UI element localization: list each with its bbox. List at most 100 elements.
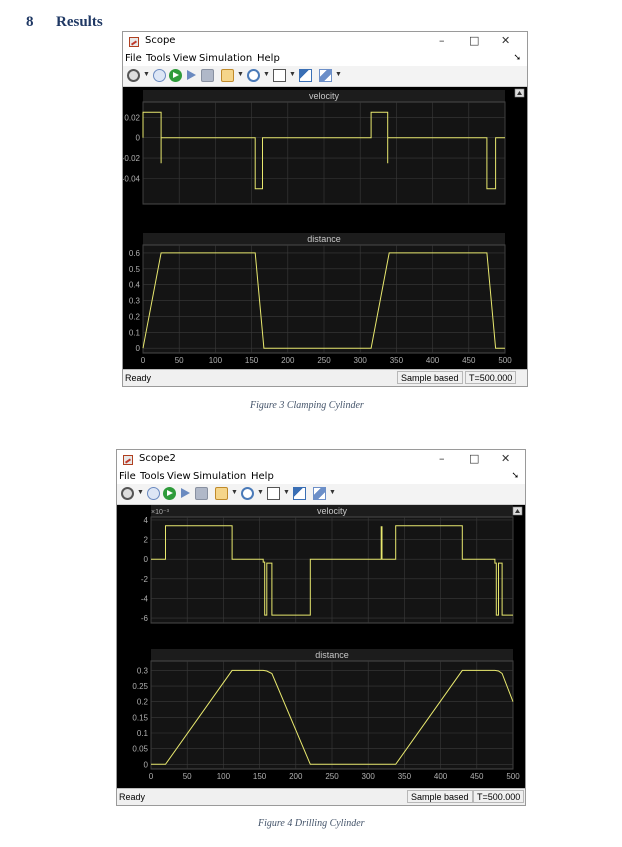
- menu-view[interactable]: View: [173, 53, 197, 64]
- scope-plots: velocity 0.02 0 -0.02 -0.04 distance 0 50 100 150…: [122, 88, 525, 365]
- run-icon[interactable]: [169, 69, 182, 82]
- axes-title: distance: [307, 234, 341, 244]
- axes-velocity: velocity 4 2 0 -2 -4 -6 ×10⁻³: [141, 505, 514, 624]
- plot-area: velocity 0.02 0 -0.02 -0.04 distance 0 50 100 150…: [122, 87, 527, 370]
- fit-dropdown-icon[interactable]: ▼: [283, 489, 290, 496]
- scope-window: Scope – □ ✕ File Tools View Simulation H…: [122, 31, 528, 387]
- gear-icon[interactable]: [121, 487, 134, 500]
- expand-icon[interactable]: [512, 506, 523, 516]
- window-title: Scope2: [139, 453, 176, 464]
- y-tick-label: 4: [144, 516, 149, 525]
- cursor-icon[interactable]: [299, 69, 312, 82]
- minimize-button[interactable]: –: [439, 34, 445, 47]
- x-tick-label: 300: [362, 772, 376, 781]
- gear-dropdown-icon[interactable]: ▼: [137, 489, 144, 496]
- status-ready: Ready: [125, 373, 152, 383]
- menu-bar: File Tools View Simulation Help ➘: [123, 52, 527, 66]
- fit-dropdown-icon[interactable]: ▼: [289, 71, 296, 78]
- x-tick-label: 400: [426, 356, 440, 365]
- close-button[interactable]: ✕: [501, 452, 510, 465]
- maximize-button[interactable]: □: [469, 452, 479, 465]
- highlight-dropdown-icon[interactable]: ▼: [335, 71, 342, 78]
- axes-distance: distance 0 50 100 150 200 250 300 350 400 450 500 0 0…: [132, 649, 520, 781]
- configure-icon[interactable]: [215, 487, 228, 500]
- y-tick-label: 0.5: [129, 265, 141, 274]
- stop-icon[interactable]: [195, 487, 208, 500]
- x-tick-label: 300: [354, 356, 368, 365]
- configure-icon[interactable]: [221, 69, 234, 82]
- y-tick-label: -6: [141, 614, 149, 623]
- status-mode: Sample based: [407, 790, 473, 803]
- status-time: T=500.000: [473, 790, 525, 803]
- y-tick-label: -2: [141, 575, 149, 584]
- y-tick-label: 0.05: [132, 745, 148, 754]
- y-tick-label: 0.15: [132, 713, 148, 722]
- highlight-dropdown-icon[interactable]: ▼: [329, 489, 336, 496]
- status-bar: Ready Sample based T=500.000: [123, 369, 527, 386]
- axes-distance: distance 0 50 100 150 200 250 300 350 400 450 500 0 0…: [129, 233, 512, 365]
- menu-help[interactable]: Help: [257, 53, 280, 64]
- gear-icon[interactable]: [127, 69, 140, 82]
- x-tick-label: 250: [325, 772, 339, 781]
- x-tick-label: 350: [398, 772, 412, 781]
- zoom-dropdown-icon[interactable]: ▼: [263, 71, 270, 78]
- menu-view[interactable]: View: [167, 471, 191, 482]
- y-tick-label: -0.02: [123, 154, 141, 163]
- step-forward-icon[interactable]: [179, 487, 192, 500]
- x-tick-label: 0: [141, 356, 146, 365]
- maximize-button[interactable]: □: [469, 34, 479, 47]
- title-bar[interactable]: Scope2 – □ ✕: [117, 450, 525, 470]
- status-mode: Sample based: [397, 371, 463, 384]
- menu-tools[interactable]: Tools: [140, 471, 165, 482]
- y-tick-label: -4: [141, 594, 149, 603]
- cursor-icon[interactable]: [293, 487, 306, 500]
- status-bar: Ready Sample based T=500.000: [117, 788, 525, 805]
- menu-tools[interactable]: Tools: [146, 53, 171, 64]
- expand-icon[interactable]: [514, 88, 525, 98]
- x-tick-label: 50: [183, 772, 192, 781]
- highlight-icon[interactable]: [319, 69, 332, 82]
- configure-dropdown-icon[interactable]: ▼: [237, 71, 244, 78]
- close-button[interactable]: ✕: [501, 34, 510, 47]
- section-heading: 8 Results: [26, 14, 103, 31]
- title-bar[interactable]: Scope – □ ✕: [123, 32, 527, 52]
- fit-axes-icon[interactable]: [267, 487, 280, 500]
- x-tick-label: 50: [175, 356, 184, 365]
- step-back-icon[interactable]: [153, 69, 166, 82]
- gear-dropdown-icon[interactable]: ▼: [143, 71, 150, 78]
- configure-dropdown-icon[interactable]: ▼: [231, 489, 238, 496]
- y-tick-label: 2: [144, 536, 149, 545]
- y-tick-label: 0.2: [137, 698, 149, 707]
- step-forward-icon[interactable]: [185, 69, 198, 82]
- fit-axes-icon[interactable]: [273, 69, 286, 82]
- stop-icon[interactable]: [201, 69, 214, 82]
- highlight-icon[interactable]: [313, 487, 326, 500]
- x-tick-label: 250: [317, 356, 331, 365]
- x-tick-label: 450: [462, 356, 476, 365]
- y-tick-label: 0: [136, 134, 141, 143]
- zoom-icon[interactable]: [241, 487, 254, 500]
- step-back-icon[interactable]: [147, 487, 160, 500]
- run-icon[interactable]: [163, 487, 176, 500]
- dock-arrow-icon[interactable]: ➘: [511, 471, 519, 481]
- menu-file[interactable]: File: [119, 471, 136, 482]
- y-tick-label: 0.2: [129, 312, 141, 321]
- section-number: 8: [26, 14, 34, 30]
- y-tick-label: 0.02: [124, 113, 140, 122]
- y-tick-label: 0: [144, 760, 149, 769]
- scope2-window: Scope2 – □ ✕ File Tools View Simulation …: [116, 449, 526, 806]
- menu-simulation[interactable]: Simulation: [193, 471, 246, 482]
- dock-arrow-icon[interactable]: ➘: [513, 53, 521, 63]
- menu-simulation[interactable]: Simulation: [199, 53, 252, 64]
- y-tick-label: 0.6: [129, 249, 141, 258]
- minimize-button[interactable]: –: [439, 452, 445, 465]
- zoom-dropdown-icon[interactable]: ▼: [257, 489, 264, 496]
- section-title: Results: [56, 14, 103, 30]
- zoom-icon[interactable]: [247, 69, 260, 82]
- menu-file[interactable]: File: [125, 53, 142, 64]
- axes-velocity: velocity 0.02 0 -0.02 -0.04: [122, 90, 506, 205]
- y-tick-label: 0.4: [129, 281, 141, 290]
- axes-title: distance: [315, 650, 349, 660]
- x-tick-label: 400: [434, 772, 448, 781]
- menu-help[interactable]: Help: [251, 471, 274, 482]
